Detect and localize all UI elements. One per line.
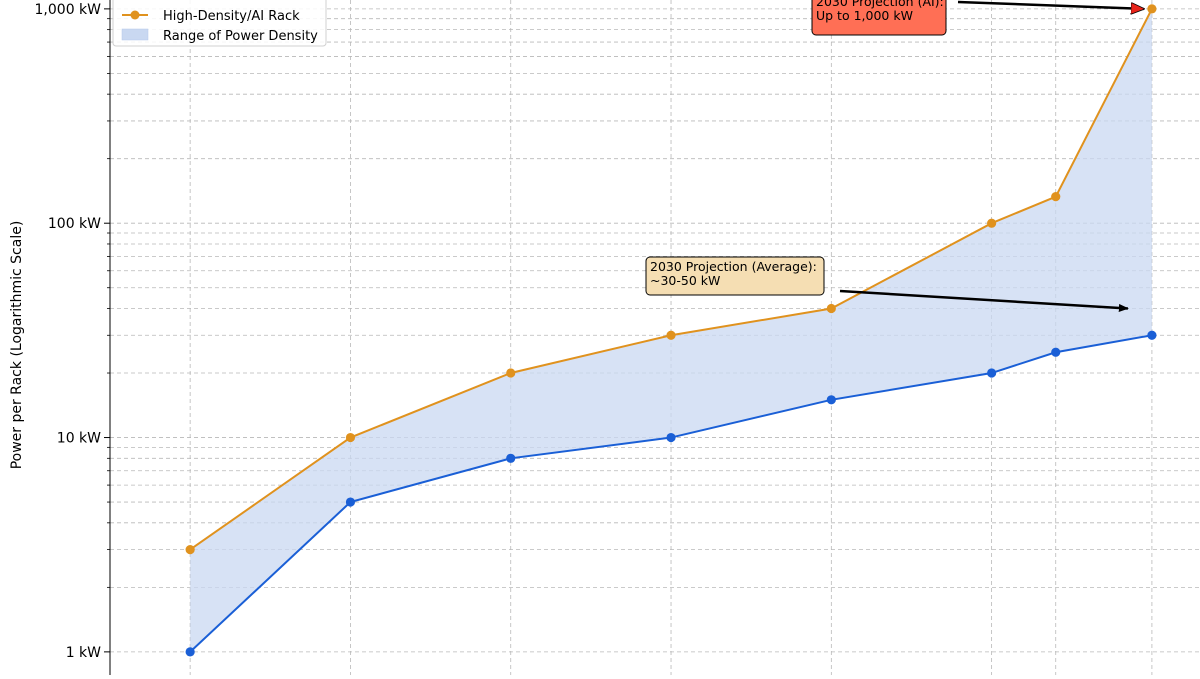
y-tick-label: 1 kW — [66, 645, 101, 661]
y-tick-label: 10 kW — [57, 431, 101, 447]
series-point-1 — [987, 368, 997, 378]
series-point-1 — [666, 432, 676, 443]
annotation-average-text: ~30-50 kW — [650, 273, 720, 288]
annotation-ai-arrow — [957, 0, 1144, 9]
series-point-1 — [185, 647, 195, 657]
series-point-ai-rack — [1051, 192, 1061, 202]
annotation-average-text: 2030 Projection (Average): — [650, 259, 817, 274]
y-tick-label: 100 kW — [48, 216, 101, 232]
series-point-1 — [1147, 330, 1157, 340]
legend-label-range: Range of Power Density — [163, 29, 318, 44]
series-point-ai-rack — [987, 218, 997, 228]
legend: High-Density/AI Rack Range of Power Dens… — [112, 0, 327, 47]
series-point-ai-rack — [345, 432, 356, 443]
series-point-1 — [345, 497, 356, 507]
series-point-1 — [506, 453, 516, 463]
y-tick-layer: 1 kW 10 kW 100 kW 1,000 kW — [35, 2, 110, 661]
annotation-ai-text: Up to 1,000 kW — [816, 8, 913, 23]
chart-container: 1 kW 10 kW 100 kW 1,000 kW Power per Rack (… — [0, 0, 1200, 675]
series-point-1 — [1051, 347, 1061, 357]
series-point-ai-rack — [666, 330, 676, 340]
legend-marker-ai-rack — [130, 10, 140, 20]
series-point-ai-rack — [826, 303, 836, 314]
series-point-ai-rack — [506, 368, 516, 378]
y-axis-label: Power per Rack (Logarithmic Scale) — [9, 221, 25, 470]
legend-swatch-range — [121, 28, 149, 41]
series-point-1 — [826, 395, 836, 405]
y-tick-label: 1,000 kW — [35, 2, 102, 18]
power-density-chart: 1 kW 10 kW 100 kW 1,000 kW Power per Rack (… — [9, 0, 1200, 675]
series-point-ai-rack — [1147, 4, 1157, 14]
series-point-ai-rack — [185, 545, 195, 555]
legend-label-ai-rack: High-Density/AI Rack — [163, 9, 300, 24]
